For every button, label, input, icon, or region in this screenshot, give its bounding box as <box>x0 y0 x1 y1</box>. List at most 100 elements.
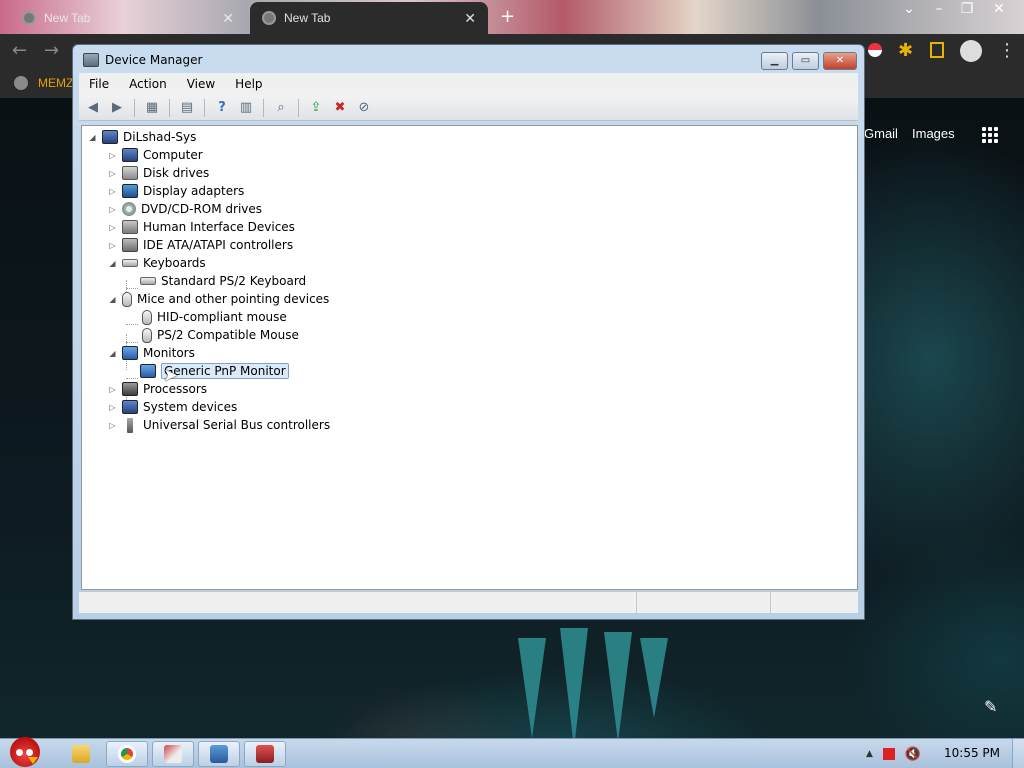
expand-triangle-icon[interactable]: ▷ <box>108 385 117 394</box>
tree-category[interactable]: ▷ System devices <box>108 398 237 416</box>
tree-category[interactable]: ▷ Processors <box>108 380 207 398</box>
taskbar-chrome[interactable] <box>106 741 148 767</box>
folder-icon <box>72 745 90 763</box>
tree-device[interactable]: HID-compliant mouse <box>142 308 287 326</box>
pencil-icon[interactable]: ✎ <box>984 697 997 716</box>
browser-tab-strip: New Tab ✕ New Tab ✕ + ⌄ – ❐ ✕ <box>0 0 1024 34</box>
window-title: Device Manager <box>105 53 203 67</box>
category-label: DVD/CD-ROM drives <box>141 202 263 216</box>
menu-file[interactable]: File <box>79 77 119 91</box>
tree-category[interactable]: ▷ Human Interface Devices <box>108 218 295 236</box>
kebab-menu-icon[interactable]: ⋮ <box>998 40 1016 61</box>
uninstall-icon[interactable]: ✖ <box>330 99 350 117</box>
taskbar-app[interactable] <box>198 741 240 767</box>
speaker-muted-icon[interactable]: 🔇 <box>905 747 921 762</box>
browser-tab[interactable]: New Tab ✕ <box>10 2 246 34</box>
profile-avatar-icon[interactable] <box>960 40 982 62</box>
expand-triangle-icon[interactable]: ▷ <box>108 151 117 160</box>
disable-device-icon[interactable]: ⊘ <box>354 99 374 117</box>
show-desktop-button[interactable] <box>1012 739 1024 768</box>
expand-triangle-icon[interactable]: ▷ <box>108 421 117 430</box>
tree-category[interactable]: ◢ Keyboards <box>108 254 205 272</box>
bookmark-item[interactable]: MEMZ <box>38 76 73 90</box>
gmail-link[interactable]: Gmail <box>864 126 898 141</box>
images-link[interactable]: Images <box>912 126 955 141</box>
menu-action[interactable]: Action <box>119 77 177 91</box>
show-hide-tree-icon[interactable]: ▦ <box>142 99 162 117</box>
close-button[interactable]: ✕ <box>823 52 857 70</box>
sidebar-icon[interactable] <box>930 42 944 58</box>
collapse-triangle-icon[interactable]: ◢ <box>108 295 117 304</box>
device-label: Generic PnP Monitor <box>161 363 289 379</box>
extension-puzzle-icon[interactable]: ✱ <box>898 40 913 61</box>
chevron-down-icon[interactable]: ⌄ <box>894 0 924 18</box>
category-label: IDE ATA/ATAPI controllers <box>143 238 294 252</box>
close-tab-icon[interactable]: ✕ <box>464 10 476 27</box>
flag-alert-icon[interactable] <box>882 748 895 760</box>
status-cell <box>637 592 771 614</box>
tree-category[interactable]: ▷ Disk drives <box>108 164 209 182</box>
back-icon[interactable]: ◀ <box>83 99 103 117</box>
expand-triangle-icon[interactable]: ▷ <box>108 241 117 250</box>
browser-tab-active[interactable]: New Tab ✕ <box>250 2 488 34</box>
clock[interactable]: 10:55 PM <box>944 746 1000 760</box>
properties-icon[interactable]: ▤ <box>177 99 197 117</box>
device-label: Standard PS/2 Keyboard <box>161 274 307 288</box>
taskbar-app[interactable] <box>152 741 194 767</box>
collapse-triangle-icon[interactable]: ◢ <box>88 133 97 142</box>
device-manager-window: Device Manager ▁ ▭ ✕ File Action View He… <box>72 44 865 620</box>
close-tab-icon[interactable]: ✕ <box>222 10 234 27</box>
expand-triangle-icon[interactable]: ▷ <box>108 205 117 214</box>
help-icon[interactable]: ? <box>212 99 232 117</box>
restore-icon[interactable]: ❐ <box>952 0 982 18</box>
close-icon[interactable]: ✕ <box>984 0 1014 18</box>
tree-device[interactable]: Standard PS/2 Keyboard <box>140 272 306 290</box>
expand-triangle-icon[interactable]: ▷ <box>108 187 117 196</box>
scan-hardware-icon[interactable]: ⌕ <box>271 99 291 117</box>
monitor-icon <box>210 745 228 763</box>
tree-category[interactable]: ◢ Mice and other pointing devices <box>108 290 329 308</box>
disk-drive-icon <box>122 166 138 180</box>
show-hidden-icons-icon[interactable]: ▲ <box>866 749 873 759</box>
category-label: Universal Serial Bus controllers <box>143 418 331 432</box>
maximize-button[interactable]: ▭ <box>792 52 819 70</box>
forward-icon[interactable]: ▶ <box>107 99 127 117</box>
monitor-icon <box>140 364 156 378</box>
expand-triangle-icon[interactable]: ▷ <box>108 403 117 412</box>
tree-device[interactable]: PS/2 Compatible Mouse <box>142 326 299 344</box>
start-button[interactable] <box>4 733 46 768</box>
tree-category[interactable]: ▷ Universal Serial Bus controllers <box>108 416 330 434</box>
tree-category[interactable]: ▷ DVD/CD-ROM drives <box>108 200 262 218</box>
toolbar-separator <box>134 98 135 117</box>
forward-arrow-icon[interactable]: → <box>44 40 59 61</box>
minimize-icon[interactable]: – <box>924 0 954 18</box>
tree-category[interactable]: ▷ IDE ATA/ATAPI controllers <box>108 236 293 254</box>
keyboard-icon <box>140 277 156 285</box>
menu-view[interactable]: View <box>177 77 225 91</box>
expand-triangle-icon[interactable]: ▷ <box>108 223 117 232</box>
tree-root[interactable]: ◢ DiLshad-Sys <box>88 128 196 146</box>
tree-category[interactable]: ▷ Display adapters <box>108 182 244 200</box>
back-arrow-icon[interactable]: ← <box>12 40 27 61</box>
expand-triangle-icon[interactable]: ▷ <box>108 169 117 178</box>
taskbar-explorer[interactable] <box>60 741 102 767</box>
new-tab-button[interactable]: + <box>500 6 515 27</box>
view-list-icon[interactable]: ▥ <box>236 99 256 117</box>
apps-grid-icon[interactable] <box>982 127 998 143</box>
taskbar-device-manager[interactable] <box>244 741 286 767</box>
collapse-triangle-icon[interactable]: ◢ <box>108 259 117 268</box>
minimize-button[interactable]: ▁ <box>761 52 788 70</box>
category-label: Human Interface Devices <box>143 220 295 234</box>
device-label: HID-compliant mouse <box>157 310 287 324</box>
tree-category[interactable]: ▷ Computer <box>108 146 203 164</box>
tree-category[interactable]: ◢ Monitors <box>108 344 195 362</box>
flag-icon[interactable] <box>868 43 882 57</box>
menu-bar: File Action View Help <box>79 73 858 95</box>
update-driver-icon[interactable]: ⇪ <box>306 99 326 117</box>
collapse-triangle-icon[interactable]: ◢ <box>108 349 117 358</box>
tab-title: New Tab <box>44 11 91 25</box>
window-title-bar: Device Manager <box>83 53 202 67</box>
menu-help[interactable]: Help <box>225 77 272 91</box>
device-label: PS/2 Compatible Mouse <box>157 328 299 342</box>
tree-root-label: DiLshad-Sys <box>123 130 197 144</box>
